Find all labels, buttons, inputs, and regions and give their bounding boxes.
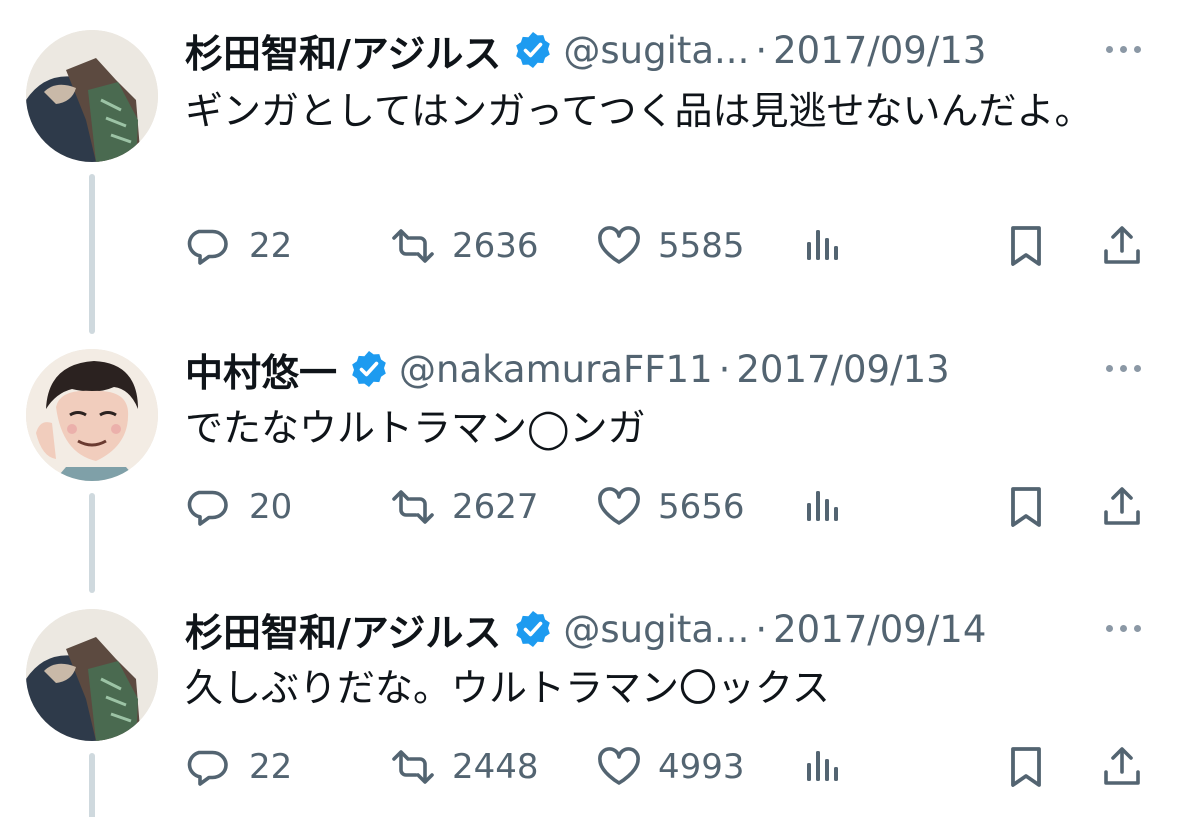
tweet-header: 杉田智和/アジルス @sugita... · 2017/09/13: [185, 22, 986, 78]
like-icon: [598, 747, 640, 785]
views-button[interactable]: [797, 481, 847, 533]
tweet-text: でたなウルトラマン◯ンガ: [185, 406, 646, 450]
verified-badge-icon: [349, 349, 389, 389]
bookmark-button[interactable]: [1001, 741, 1051, 793]
retweet-count: 2448: [452, 747, 539, 787]
tweet-text: 久しぶりだな。ウルトラマン〇ックス: [185, 666, 830, 710]
retweet-button[interactable]: 2636: [388, 220, 539, 272]
more-icon[interactable]: [1106, 625, 1141, 632]
views-icon: [807, 230, 838, 260]
tweet-date[interactable]: 2017/09/13: [736, 348, 949, 391]
avatar-image: [26, 609, 158, 741]
avatar-image: [26, 349, 158, 481]
reply-button[interactable]: 22: [185, 220, 292, 272]
reply-icon: [187, 229, 228, 265]
retweet-icon: [392, 750, 434, 784]
share-button[interactable]: [1097, 741, 1147, 793]
like-icon: [598, 226, 640, 264]
like-icon: [598, 487, 640, 525]
display-name[interactable]: 中村悠一: [185, 342, 337, 397]
retweet-icon: [392, 229, 434, 263]
reply-count: 20: [249, 487, 293, 527]
more-icon[interactable]: [1106, 365, 1141, 372]
like-button[interactable]: 5656: [594, 481, 745, 533]
avatar[interactable]: [26, 30, 158, 162]
user-handle[interactable]: @sugita...: [563, 608, 749, 651]
retweet-count: 2627: [452, 487, 539, 527]
tweet-header: 中村悠一 @nakamuraFF11 · 2017/09/13: [185, 341, 950, 397]
reply-icon: [187, 490, 228, 526]
share-button[interactable]: [1097, 220, 1147, 272]
retweet-button[interactable]: 2627: [388, 481, 539, 533]
display-name[interactable]: 杉田智和/アジルス: [185, 23, 501, 78]
like-count: 5585: [658, 226, 745, 266]
reply-icon: [187, 750, 228, 786]
action-bar: 22 2636 5585: [185, 220, 1145, 272]
bookmark-icon: [1011, 226, 1041, 266]
action-bar: 22 2448 4993: [185, 741, 1145, 793]
share-button[interactable]: [1097, 481, 1147, 533]
tweet-date[interactable]: 2017/09/14: [773, 608, 986, 651]
avatar[interactable]: [26, 609, 158, 741]
views-button[interactable]: [797, 220, 847, 272]
like-count: 5656: [658, 487, 745, 527]
thread-connector: [89, 753, 95, 817]
views-icon: [807, 491, 838, 521]
reply-button[interactable]: 20: [185, 481, 292, 533]
avatar[interactable]: [26, 349, 158, 481]
reply-button[interactable]: 22: [185, 741, 292, 793]
like-button[interactable]: 5585: [594, 220, 745, 272]
retweet-button[interactable]: 2448: [388, 741, 539, 793]
bookmark-button[interactable]: [1001, 481, 1051, 533]
retweet-count: 2636: [452, 226, 539, 266]
verified-badge-icon: [513, 30, 553, 70]
verified-badge-icon: [513, 609, 553, 649]
tweet-thread: 杉田智和/アジルス @sugita... · 2017/09/13 ギンガとして…: [0, 0, 1179, 817]
thread-connector: [89, 493, 95, 593]
reply-count: 22: [249, 747, 293, 787]
tweet-date[interactable]: 2017/09/13: [773, 29, 986, 72]
views-button[interactable]: [797, 741, 847, 793]
separator: ·: [718, 347, 731, 391]
bookmark-button[interactable]: [1001, 220, 1051, 272]
more-icon[interactable]: [1106, 46, 1141, 53]
action-bar: 20 2627 5656: [185, 481, 1145, 533]
user-handle[interactable]: @nakamuraFF11: [399, 348, 713, 391]
retweet-icon: [392, 490, 434, 524]
avatar-image: [26, 30, 158, 162]
like-count: 4993: [658, 747, 745, 787]
bookmark-icon: [1011, 487, 1041, 527]
separator: ·: [755, 28, 768, 72]
bookmark-icon: [1011, 747, 1041, 787]
separator: ·: [755, 607, 768, 651]
display-name[interactable]: 杉田智和/アジルス: [185, 602, 501, 657]
thread-connector: [89, 174, 95, 334]
views-icon: [807, 751, 838, 781]
user-handle[interactable]: @sugita...: [563, 29, 749, 72]
tweet-header: 杉田智和/アジルス @sugita... · 2017/09/14: [185, 601, 986, 657]
reply-count: 22: [249, 226, 293, 266]
share-icon: [1104, 226, 1140, 264]
like-button[interactable]: 4993: [594, 741, 745, 793]
share-icon: [1104, 747, 1140, 785]
tweet-text: ギンガとしてはンガってつく品は見逃せないんだよ。: [185, 89, 1093, 133]
share-icon: [1104, 487, 1140, 525]
